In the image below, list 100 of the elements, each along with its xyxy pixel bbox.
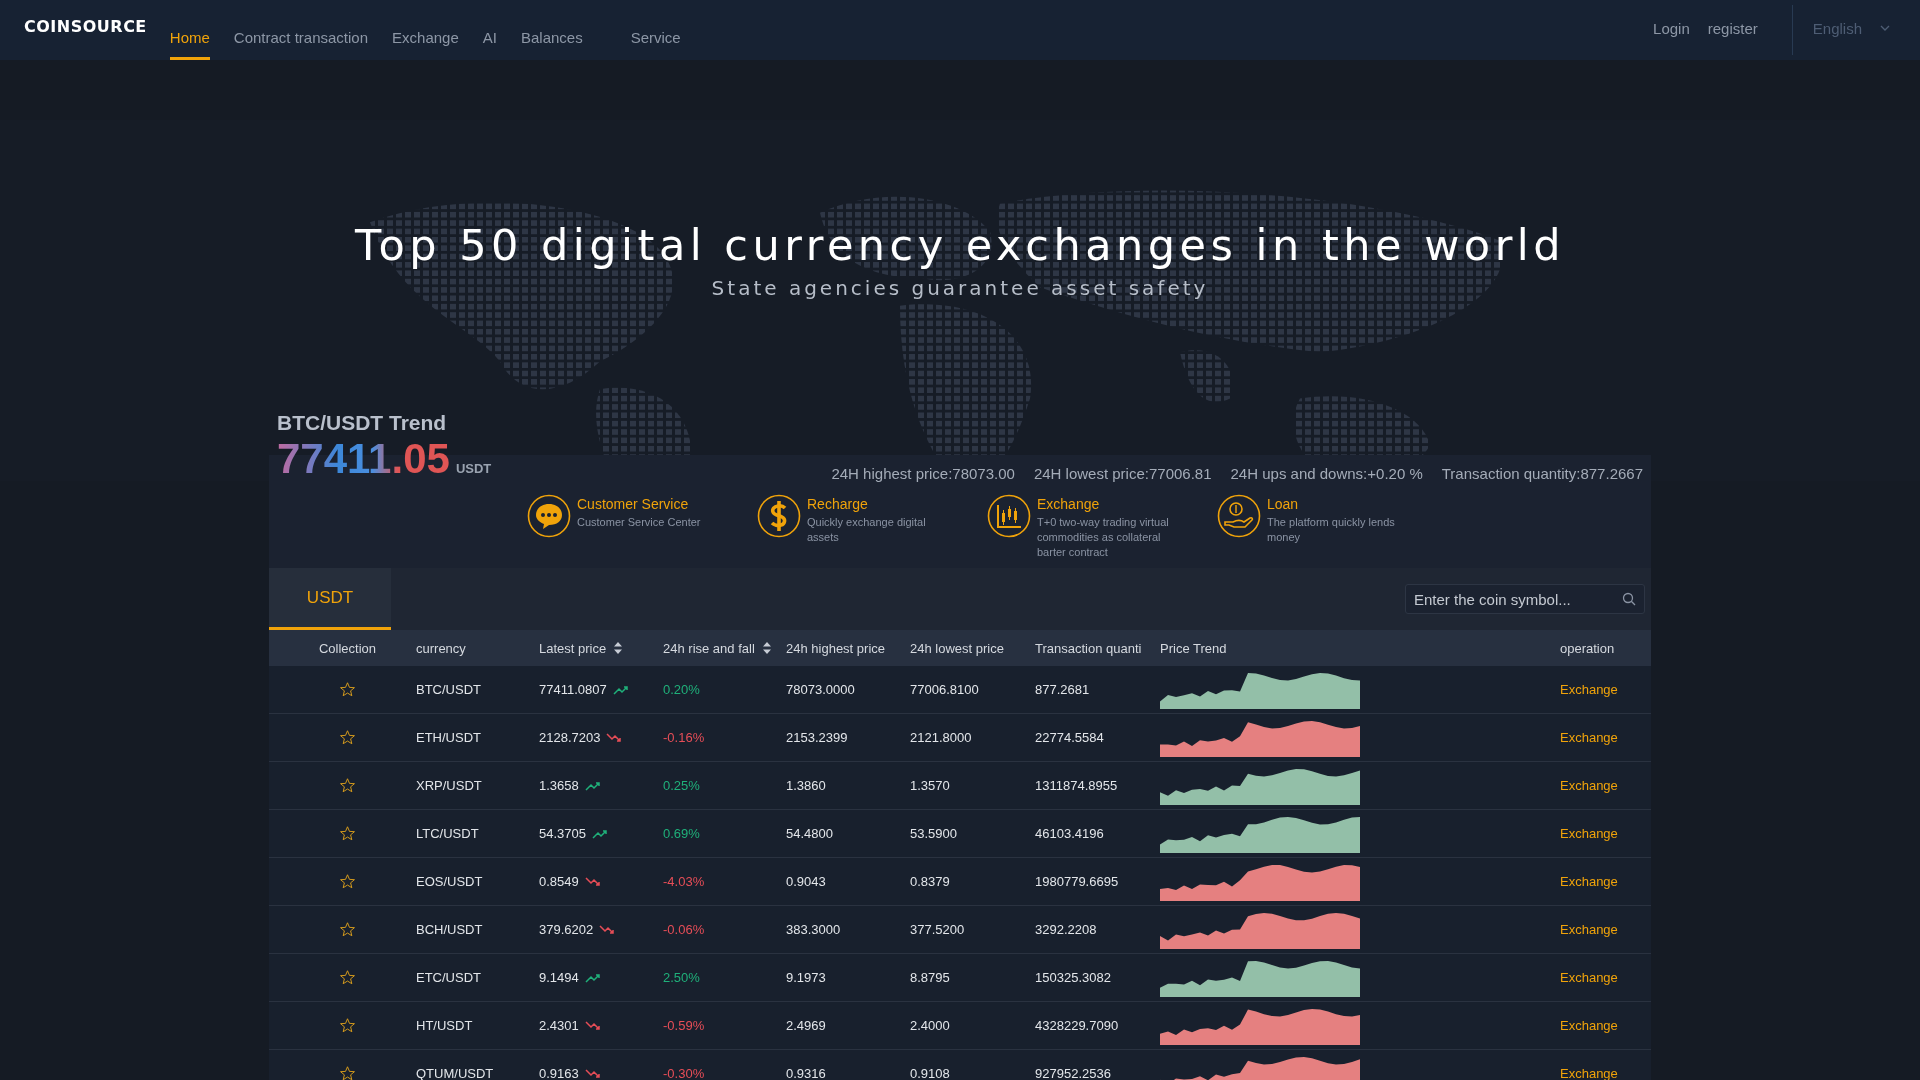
exchange-link[interactable]: Exchange (1560, 778, 1618, 793)
column-header: 24h highest price (786, 640, 885, 656)
table-cell: 22774.5584 (1035, 730, 1104, 745)
table-cell: 9.1973 (786, 970, 826, 985)
ticker-stat: 24H highest price:78073.00 (831, 465, 1015, 482)
nav-link[interactable]: Contract transaction (233, 0, 369, 60)
table-cell: 2128.7203 (539, 730, 601, 745)
service-title[interactable]: Loan (1267, 496, 1417, 512)
search-icon[interactable] (1622, 592, 1636, 606)
service-description: Customer Service Center (577, 515, 702, 530)
star-icon[interactable] (339, 777, 356, 794)
table-cell: 1.3570 (910, 778, 950, 793)
service-description: T+0 two-way trading virtual commodities as collateral barter contract (1037, 515, 1170, 560)
sort-icon[interactable] (614, 642, 623, 654)
table-cell: 379.6202 (539, 922, 594, 937)
nav-link[interactable]: Home (169, 0, 210, 60)
star-icon[interactable] (339, 921, 356, 938)
column-header: 24h lowest price (910, 640, 1004, 656)
hero-title: Top 50 digital currency exchanges in the world (353, 220, 1567, 270)
exchange-link[interactable]: Exchange (1560, 1018, 1618, 1033)
column-header: Transaction quanti (1035, 640, 1142, 656)
star-icon[interactable] (339, 873, 356, 890)
exchange-link[interactable]: Exchange (1560, 922, 1618, 937)
chat-bubble-icon[interactable] (527, 494, 571, 538)
nav-link[interactable]: Exchange (392, 0, 459, 60)
service-title[interactable]: Customer Service (577, 496, 727, 512)
table-cell: 0.25% (663, 778, 700, 793)
ticker-stat: 24H ups and downs:+0.20 % (1230, 465, 1423, 482)
candlestick-icon[interactable] (987, 494, 1031, 538)
table-cell: 3292.2208 (1035, 922, 1097, 937)
service-title[interactable]: Exchange (1037, 496, 1187, 512)
nav-link[interactable]: Balances (520, 0, 583, 60)
price-unit: USDT (455, 461, 492, 476)
star-icon[interactable] (339, 729, 356, 746)
star-icon[interactable] (339, 1017, 356, 1034)
table-cell: 383.3000 (786, 922, 841, 937)
login-link[interactable]: Login (1653, 19, 1690, 37)
table-cell: 46103.4196 (1035, 826, 1104, 841)
table-cell: -0.06% (663, 922, 705, 937)
sort-icon[interactable] (762, 642, 771, 654)
star-icon[interactable] (339, 1065, 356, 1080)
hand-coin-icon[interactable] (1217, 494, 1261, 538)
exchange-link[interactable]: Exchange (1560, 970, 1618, 985)
ticker-title: BTC/USDT Trend (277, 411, 448, 435)
search-field[interactable]: Enter the coin symbol... (1405, 584, 1645, 614)
table-cell: -0.59% (663, 1018, 705, 1033)
brand-logo[interactable]: COINSOURCE (24, 16, 147, 36)
exchange-link[interactable]: Exchange (1560, 682, 1618, 697)
table-cell: 0.8379 (910, 874, 950, 889)
exchange-link[interactable]: Exchange (1560, 730, 1618, 745)
exchange-link[interactable]: Exchange (1560, 826, 1618, 841)
table-cell: 877.2681 (1035, 682, 1090, 697)
hero-subtitle: State agencies guarantee asset safety (710, 276, 1210, 300)
table-cell: 1.3860 (786, 778, 826, 793)
nav-link[interactable]: AI (482, 0, 497, 60)
table-cell: LTC/USDT (416, 826, 479, 841)
table-cell: 2.4301 (539, 1018, 579, 1033)
table-cell: 1311874.8955 (1035, 778, 1118, 793)
table-cell: BCH/USDT (416, 922, 483, 937)
column-header: currency (416, 640, 466, 656)
table-cell: -4.03% (663, 874, 705, 889)
ticker-stat: Transaction quantity:877.2667 (1441, 465, 1643, 482)
table-cell: 53.5900 (910, 826, 957, 841)
star-icon[interactable] (339, 681, 356, 698)
table-cell: 2.4969 (786, 1018, 826, 1033)
service-title[interactable]: Recharge (807, 496, 957, 512)
table-cell: 54.4800 (786, 826, 833, 841)
table-cell: 77006.8100 (910, 682, 979, 697)
table-cell: ETC/USDT (416, 970, 481, 985)
exchange-link[interactable]: Exchange (1560, 1066, 1618, 1080)
table-cell: HT/USDT (416, 1018, 473, 1033)
exchange-link[interactable]: Exchange (1560, 874, 1618, 889)
column-header: Latest price (539, 640, 607, 656)
table-cell: 0.69% (663, 826, 700, 841)
nav-link[interactable]: Service (630, 0, 681, 60)
market-tab[interactable]: USDT (269, 568, 391, 630)
column-header: operation (1560, 640, 1615, 656)
table-cell: 150325.3082 (1035, 970, 1111, 985)
table-cell: 8.8795 (910, 970, 950, 985)
dollar-icon[interactable] (757, 494, 801, 538)
table-cell: 1.3658 (539, 778, 579, 793)
table-cell: 927952.2536 (1035, 1066, 1111, 1080)
table-cell: QTUM/USDT (416, 1066, 494, 1080)
table-cell: 377.5200 (910, 922, 965, 937)
service-description: Quickly exchange digital assets (807, 515, 927, 545)
table-cell: 2121.8000 (910, 730, 972, 745)
table-cell: ETH/USDT (416, 730, 481, 745)
table-cell: 1980779.6695 (1035, 874, 1119, 889)
table-cell: XRP/USDT (416, 778, 482, 793)
ticker-stat: 24H lowest price:77006.81 (1033, 465, 1212, 482)
register-link[interactable]: register (1707, 19, 1758, 37)
table-cell: BTC/USDT (416, 682, 481, 697)
star-icon[interactable] (339, 969, 356, 986)
table-cell: 2.50% (663, 970, 700, 985)
star-icon[interactable] (339, 825, 356, 842)
chevron-down-icon[interactable] (1880, 25, 1890, 31)
table-cell: -0.30% (663, 1066, 705, 1080)
table-cell: 77411.0807 (539, 682, 607, 697)
column-header: Price Trend (1160, 640, 1227, 656)
table-cell: 2153.2399 (786, 730, 848, 745)
